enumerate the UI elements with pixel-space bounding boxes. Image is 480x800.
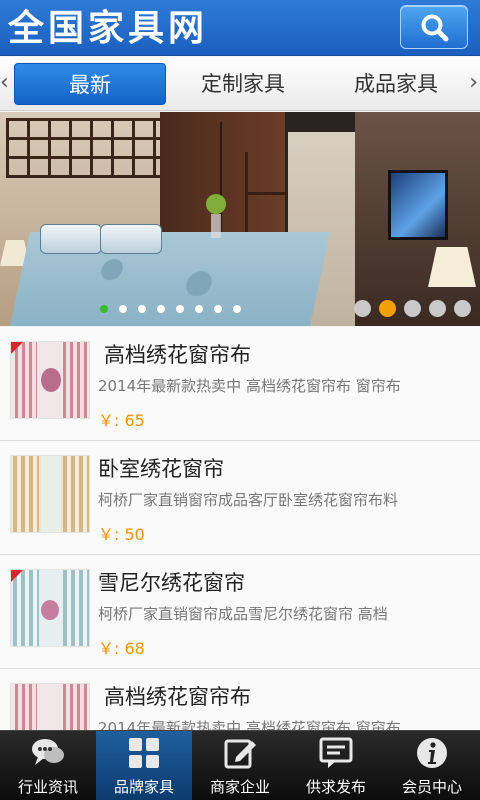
- app-title: 全国家具网: [8, 7, 209, 49]
- banner-pager-dot[interactable]: [354, 300, 371, 317]
- banner-indicator-dot: [138, 305, 146, 313]
- list-item[interactable]: 雪尼尔绣花窗帘 柯桥厂家直销窗帘成品雪尼尔绣花窗帘 高档 ￥: 68: [0, 555, 480, 669]
- product-price: ￥: 68: [98, 639, 145, 658]
- product-thumbnail: [10, 569, 90, 647]
- banner-pager-dot[interactable]: [379, 300, 396, 317]
- edit-icon: [224, 739, 256, 769]
- product-thumbnail: [10, 683, 90, 730]
- product-price: ￥: 50: [98, 525, 145, 544]
- nav-brand-furniture[interactable]: 品牌家具: [96, 731, 192, 800]
- banner-indicator-dot: [176, 305, 184, 313]
- app-header: 全国家具网: [0, 0, 480, 56]
- nav-label: 会员中心: [401, 778, 462, 796]
- nav-industry-news[interactable]: 行业资讯: [0, 731, 96, 800]
- tab-finished-furniture[interactable]: 成品家具: [330, 63, 462, 105]
- nav-label: 行业资讯: [17, 778, 78, 796]
- banner-vase: [206, 194, 226, 238]
- banner-indicator-dot: [214, 305, 222, 313]
- nav-label: 品牌家具: [113, 778, 174, 796]
- tab-custom-furniture[interactable]: 定制家具: [178, 63, 308, 105]
- banner-pager-dot[interactable]: [404, 300, 421, 317]
- banner-indicator-dot: [233, 305, 241, 313]
- search-icon: [421, 14, 449, 42]
- list-item[interactable]: 卧室绣花窗帘 柯桥厂家直销窗帘成品客厅卧室绣花窗帘布料 ￥: 50: [0, 441, 480, 555]
- product-title: 雪尼尔绣花窗帘: [98, 571, 245, 595]
- banner-pillow: [100, 224, 162, 254]
- chat-bubbles-icon: [32, 739, 64, 765]
- banner-indicator-dot: [119, 305, 127, 313]
- banner-slider[interactable]: [0, 112, 480, 326]
- product-description: 柯桥厂家直销窗帘成品雪尼尔绣花窗帘 高档: [98, 605, 388, 623]
- banner-lattice: [6, 118, 172, 178]
- grid-icon: [129, 738, 159, 768]
- category-tabs: ‹ 最新 定制家具 成品家具 ›: [0, 57, 480, 111]
- banner-indicator: [100, 305, 260, 315]
- tabs-left-arrow[interactable]: ‹: [0, 71, 9, 95]
- nav-label: 商家企业: [209, 778, 270, 796]
- search-button[interactable]: [400, 5, 468, 49]
- product-price: ￥: 65: [98, 411, 145, 430]
- info-icon: [417, 738, 447, 768]
- banner-indicator-dot: [157, 305, 165, 313]
- nav-member-center[interactable]: 会员中心: [384, 731, 480, 800]
- tabs-right-arrow[interactable]: ›: [469, 71, 478, 95]
- nav-supply-demand[interactable]: 供求发布: [288, 731, 384, 800]
- product-description: 柯桥厂家直销窗帘成品客厅卧室绣花窗帘布料: [98, 491, 399, 509]
- message-icon: [319, 737, 353, 768]
- tab-latest[interactable]: 最新: [14, 63, 166, 105]
- banner-pillow: [40, 224, 102, 254]
- bottom-nav: 行业资讯 品牌家具 商家企业 供求发布 会员中心: [0, 730, 480, 800]
- product-description: 2014年最新款热卖中 高档绣花窗帘布 窗帘布: [98, 377, 401, 395]
- product-thumbnail: [10, 341, 90, 419]
- banner-indicator-dot: [100, 305, 108, 313]
- banner-indicator-dot: [195, 305, 203, 313]
- banner-pager: [354, 300, 480, 318]
- product-title: 卧室绣花窗帘: [98, 457, 224, 481]
- banner-tv: [388, 170, 448, 240]
- product-list: 高档绣花窗帘布 2014年最新款热卖中 高档绣花窗帘布 窗帘布 ￥: 65 卧室…: [0, 327, 480, 730]
- product-title: 高档绣花窗帘布: [104, 343, 251, 367]
- banner-pager-dot[interactable]: [429, 300, 446, 317]
- product-title: 高档绣花窗帘布: [104, 685, 251, 709]
- product-description: 2014年最新款热卖中 高档绣花窗帘布 窗帘布: [98, 719, 401, 730]
- product-thumbnail: [10, 455, 90, 533]
- list-item[interactable]: 高档绣花窗帘布 2014年最新款热卖中 高档绣花窗帘布 窗帘布: [0, 669, 480, 730]
- nav-label: 供求发布: [305, 778, 366, 796]
- banner-pager-dot[interactable]: [454, 300, 471, 317]
- nav-merchant-enterprise[interactable]: 商家企业: [192, 731, 288, 800]
- list-item[interactable]: 高档绣花窗帘布 2014年最新款热卖中 高档绣花窗帘布 窗帘布 ￥: 65: [0, 327, 480, 441]
